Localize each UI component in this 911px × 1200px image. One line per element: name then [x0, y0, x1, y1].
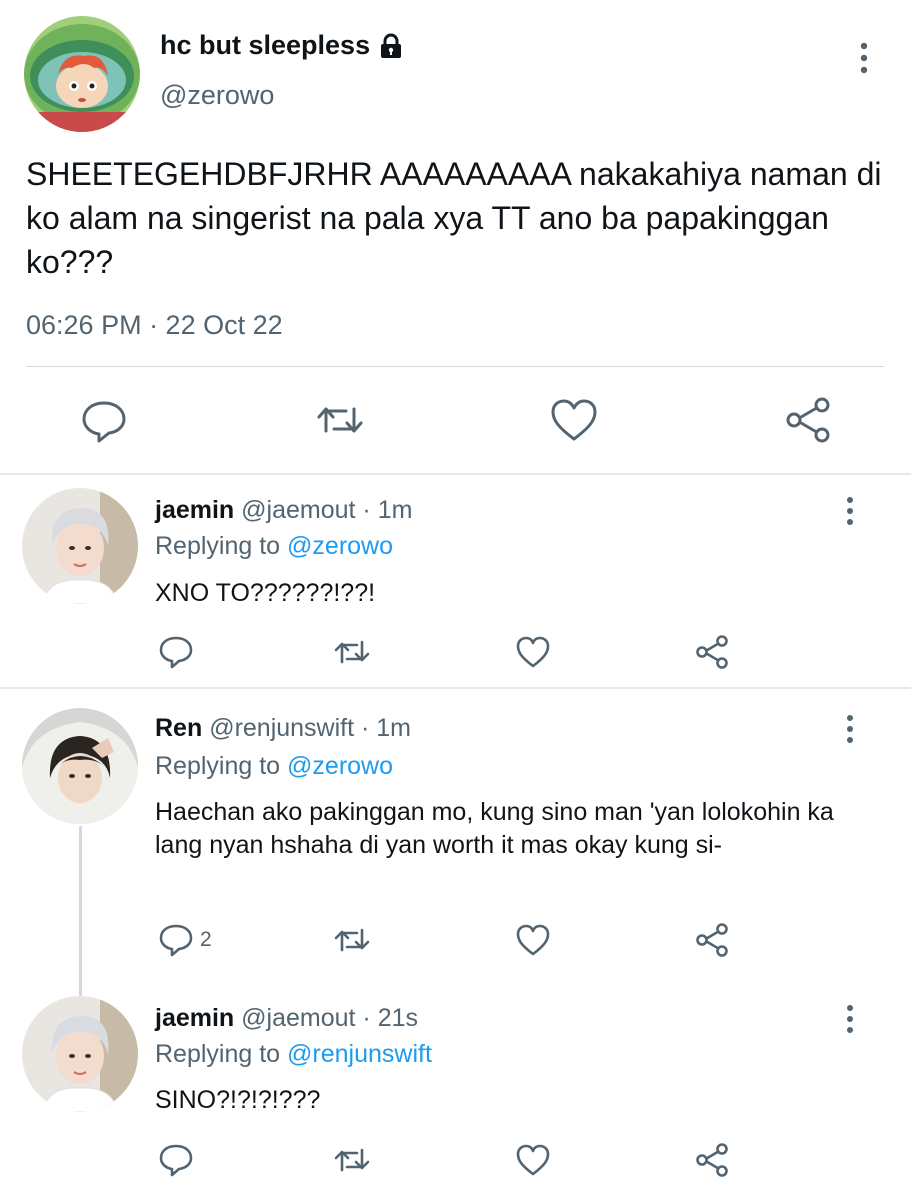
- reply-icon[interactable]: [78, 395, 130, 445]
- display-name[interactable]: jaemin: [155, 496, 234, 524]
- lock-icon: [378, 33, 404, 59]
- retweet-icon[interactable]: [314, 395, 366, 445]
- main-handle[interactable]: @zerowo: [160, 80, 274, 111]
- share-icon[interactable]: [694, 920, 730, 960]
- reply-count: 2: [200, 928, 212, 951]
- main-display-name[interactable]: hc but sleepless: [160, 30, 370, 61]
- reply-text: SINO?!?!?!???: [155, 1086, 321, 1114]
- like-icon[interactable]: [515, 920, 551, 960]
- handle-time[interactable]: @renjunswift · 1m: [209, 714, 411, 742]
- reply-header: jaemin @jaemout · 21s: [155, 1004, 418, 1033]
- reply-tweet[interactable]: jaemin @jaemout · 21s Replying to @renju…: [0, 990, 911, 1200]
- divider: [26, 366, 884, 367]
- main-tweet: hc but sleepless @zerowo SHEETEGEHDBFJRH…: [0, 0, 911, 474]
- main-tweet-text: SHEETEGEHDBFJRHR AAAAAAAAA nakakahiya na…: [26, 156, 882, 280]
- reply-header: jaemin @jaemout · 1m: [155, 496, 412, 525]
- reply-tweet[interactable]: jaemin @jaemout · 1m Replying to @zerowo…: [0, 476, 911, 686]
- divider: [0, 687, 911, 689]
- more-icon[interactable]: [840, 1002, 860, 1036]
- thread-line: [79, 826, 82, 996]
- reply-text: Haechan ako pakinggan mo, kung sino man …: [155, 798, 834, 859]
- divider: [0, 473, 911, 475]
- share-icon[interactable]: [694, 632, 730, 672]
- reply-icon[interactable]: [158, 632, 200, 672]
- main-action-bar: [0, 395, 911, 445]
- share-icon[interactable]: [782, 395, 834, 445]
- replying-to-label: Replying to: [155, 752, 288, 780]
- more-icon[interactable]: [840, 494, 860, 528]
- retweet-icon[interactable]: [333, 920, 371, 960]
- reply-header: Ren @renjunswift · 1m: [155, 714, 411, 743]
- action-bar: [0, 632, 911, 672]
- display-name[interactable]: jaemin: [155, 1004, 234, 1032]
- handle-time[interactable]: @jaemout · 1m: [241, 496, 412, 524]
- like-icon[interactable]: [515, 1140, 551, 1180]
- replying-to: Replying to @renjunswift: [155, 1040, 432, 1069]
- main-avatar[interactable]: [24, 16, 140, 132]
- like-icon[interactable]: [548, 395, 600, 445]
- mention-link[interactable]: @renjunswift: [287, 1040, 432, 1068]
- replying-to-label: Replying to: [155, 532, 288, 560]
- retweet-icon[interactable]: [333, 632, 371, 672]
- display-name[interactable]: Ren: [155, 714, 202, 742]
- reply-icon[interactable]: 2: [158, 920, 212, 960]
- mention-link[interactable]: @zerowo: [287, 532, 393, 560]
- replying-to-label: Replying to: [155, 1040, 288, 1068]
- more-icon[interactable]: [852, 38, 876, 78]
- handle-time[interactable]: @jaemout · 21s: [241, 1004, 418, 1032]
- like-icon[interactable]: [515, 632, 551, 672]
- avatar[interactable]: [22, 488, 138, 604]
- mention-link[interactable]: @zerowo: [287, 752, 393, 780]
- action-bar: 2: [0, 920, 911, 960]
- main-name-row: hc but sleepless: [160, 30, 404, 61]
- avatar[interactable]: [22, 996, 138, 1112]
- action-bar: [0, 1140, 911, 1180]
- avatar[interactable]: [22, 708, 138, 824]
- reply-tweet[interactable]: Ren @renjunswift · 1m Replying to @zerow…: [0, 690, 911, 990]
- reply-icon[interactable]: [158, 1140, 200, 1180]
- reply-text: XNO TO??????!??!: [155, 579, 376, 607]
- retweet-icon[interactable]: [333, 1140, 371, 1180]
- main-timestamp[interactable]: 06:26 PM · 22 Oct 22: [26, 310, 283, 341]
- replying-to: Replying to @zerowo: [155, 532, 393, 561]
- share-icon[interactable]: [694, 1140, 730, 1180]
- replying-to: Replying to @zerowo: [155, 752, 393, 781]
- more-icon[interactable]: [840, 712, 860, 746]
